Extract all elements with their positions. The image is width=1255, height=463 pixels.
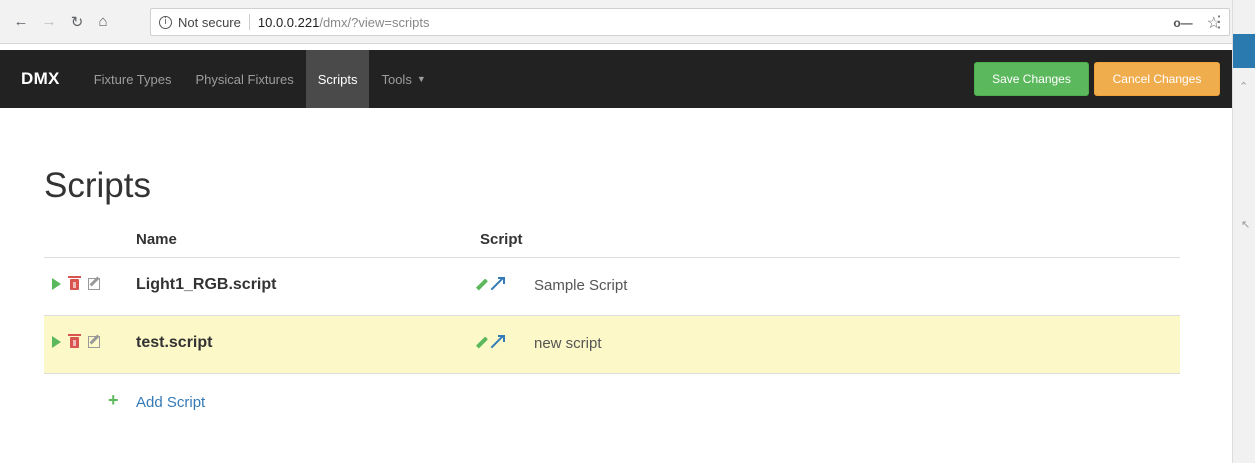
table-row: Light1_RGB.script Sample Script [44,258,1180,316]
page-title: Scripts [44,166,151,205]
nav-tools-label: Tools [381,71,412,87]
row-actions [52,275,100,290]
address-bar[interactable]: i Not secure 10.0.0.221 /dmx/?view=scrip… [150,8,1230,36]
play-icon[interactable] [52,336,61,348]
table-row: test.script new script [44,316,1180,374]
trash-icon[interactable] [68,275,81,290]
script-name: Light1_RGB.script [136,276,277,293]
edit-icon[interactable] [88,336,100,348]
chevron-up-icon[interactable]: ⌃ [1239,80,1248,93]
url-path[interactable]: /dmx/?view=scripts [319,15,429,30]
row-actions [52,333,100,348]
add-script-link[interactable]: Add Script [136,394,205,411]
trash-icon[interactable] [68,333,81,348]
browser-menu-icon[interactable]: ⋮ [1211,12,1227,32]
nav-fixture-types[interactable]: Fixture Types [82,50,184,108]
script-description: new script [534,335,602,352]
add-script-row: + Add Script [44,374,1180,432]
reload-icon[interactable]: ↻ [66,11,88,33]
edit-icon[interactable] [88,278,100,290]
brand-logo[interactable]: DMX [21,69,60,89]
save-changes-button[interactable]: Save Changes [974,62,1089,96]
column-header-name: Name [136,231,177,248]
script-name: test.script [136,334,213,351]
table-header: Name Script [44,222,1180,258]
play-icon[interactable] [52,278,61,290]
nav-physical-fixtures[interactable]: Physical Fixtures [183,50,305,108]
url-divider [248,14,250,30]
script-description: Sample Script [534,277,628,294]
nav-scripts[interactable]: Scripts [305,50,370,108]
column-header-script: Script [480,231,523,248]
app-navbar: DMX Fixture Types Physical Fixtures Scri… [0,50,1232,108]
browser-toolbar: ← → ↻ ⌂ i Not secure 10.0.0.221 /dmx/?vi… [0,0,1232,44]
nav-tools-dropdown[interactable]: Tools ▼ [369,50,437,108]
key-icon[interactable]: o— [1173,16,1192,30]
url-host[interactable]: 10.0.0.221 [258,15,319,30]
script-actions [475,277,505,291]
scripts-table: Name Script Light1_RGB.script Sample Scr… [44,222,1180,432]
forward-arrow-icon[interactable]: → [38,11,60,33]
cancel-changes-button[interactable]: Cancel Changes [1094,62,1220,96]
back-arrow-icon[interactable]: ← [10,11,32,33]
script-actions [475,335,505,349]
expand-icon[interactable] [490,277,505,291]
caret-down-icon: ▼ [416,74,426,84]
side-panel-accent [1233,34,1255,68]
info-icon[interactable]: i [159,15,172,29]
small-arrow-icon: ↖ [1241,219,1251,231]
plus-icon[interactable]: + [108,390,119,411]
pencil-icon[interactable] [475,335,489,349]
security-label[interactable]: Not secure [178,15,241,30]
side-window-edge: ⌃ ↖ [1232,0,1255,463]
expand-icon[interactable] [490,335,505,349]
home-icon[interactable]: ⌂ [92,11,114,33]
pencil-icon[interactable] [475,277,489,291]
